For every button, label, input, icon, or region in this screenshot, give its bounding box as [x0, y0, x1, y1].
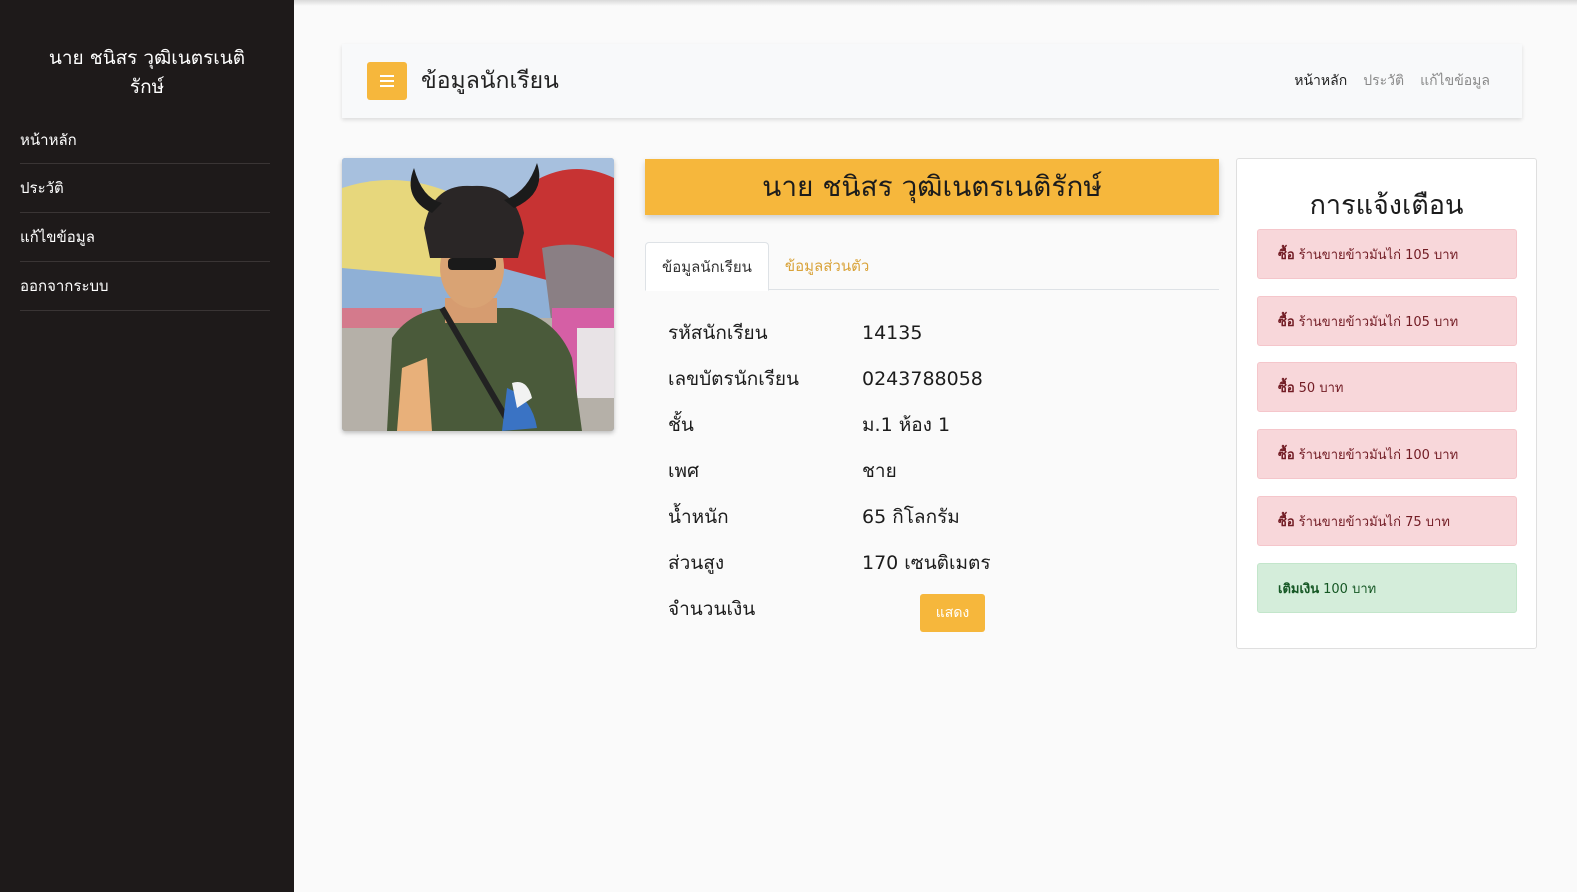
- top-shadow: [294, 0, 1577, 6]
- alert-text: 100 บาท: [1323, 581, 1377, 597]
- alerts-title: การแจ้งเตือน: [1309, 190, 1464, 221]
- page-title: ข้อมูลนักเรียน: [421, 68, 559, 94]
- info-row: เลขบัตรนักเรียน 0243788058: [668, 356, 1168, 402]
- hamburger-icon: [380, 72, 394, 90]
- info-value-weight: 65 กิโลกรัม: [862, 506, 960, 528]
- alert-kind: ซื้อ: [1278, 447, 1295, 463]
- alerts-panel: การแจ้งเตือน ซื้อ ร้านขายข้าวมันไก่ 105 …: [1236, 158, 1537, 649]
- student-name-banner: นาย ชนิสร วุฒิเนตรเนติรักษ์: [645, 159, 1219, 215]
- show-balance-button[interactable]: แสดง: [920, 594, 985, 632]
- info-value-class: ม.1 ห้อง 1: [862, 414, 951, 436]
- sidebar-menu: หน้าหลัก ประวัติ แก้ไขข้อมูล ออกจากระบบ: [20, 120, 270, 311]
- info-row: ส่วนสูง 170 เซนติเมตร: [668, 540, 1168, 586]
- sidebar-item-home[interactable]: หน้าหลัก: [20, 120, 270, 164]
- sidebar-toggle-button[interactable]: [367, 62, 407, 100]
- alert-kind: เติมเงิน: [1278, 581, 1320, 597]
- alert-item: ซื้อ 50 บาท: [1257, 362, 1517, 412]
- info-label-class: ชั้น: [668, 414, 694, 436]
- navbar: ข้อมูลนักเรียน หน้าหลัก ประวัติ แก้ไขข้อ…: [342, 44, 1522, 118]
- info-row: เพศ ชาย: [668, 448, 1168, 494]
- alert-text: ร้านขายข้าวมันไก่ 75 บาท: [1298, 514, 1450, 530]
- profile-photo: [342, 158, 614, 431]
- sidebar-item-logout[interactable]: ออกจากระบบ: [20, 262, 270, 311]
- alert-kind: ซื้อ: [1278, 380, 1295, 396]
- tab-student-info[interactable]: ข้อมูลนักเรียน: [645, 242, 769, 291]
- info-label-balance: จำนวนเงิน: [668, 598, 756, 620]
- profile-tabs: ข้อมูลนักเรียน ข้อมูลส่วนตัว: [645, 242, 1219, 291]
- info-label-student-id: รหัสนักเรียน: [668, 322, 768, 344]
- alert-item: ซื้อ ร้านขายข้าวมันไก่ 105 บาท: [1257, 296, 1517, 346]
- sidebar-item-history[interactable]: ประวัติ: [20, 164, 270, 213]
- info-row: ชั้น ม.1 ห้อง 1: [668, 402, 1168, 448]
- alert-kind: ซื้อ: [1278, 314, 1295, 330]
- alert-item: ซื้อ ร้านขายข้าวมันไก่ 75 บาท: [1257, 496, 1517, 546]
- alert-kind: ซื้อ: [1278, 514, 1295, 530]
- info-label-height: ส่วนสูง: [668, 552, 725, 574]
- alert-text: ร้านขายข้าวมันไก่ 105 บาท: [1298, 314, 1459, 330]
- student-info-table: รหัสนักเรียน 14135 เลขบัตรนักเรียน 02437…: [668, 310, 1168, 632]
- alert-item: ซื้อ ร้านขายข้าวมันไก่ 105 บาท: [1257, 229, 1517, 279]
- nav-link-home[interactable]: หน้าหลัก: [1294, 70, 1347, 92]
- info-value-card-number: 0243788058: [862, 368, 983, 390]
- alert-text: ร้านขายข้าวมันไก่ 105 บาท: [1298, 247, 1459, 263]
- info-label-card-number: เลขบัตรนักเรียน: [668, 368, 800, 390]
- alert-item: ซื้อ ร้านขายข้าวมันไก่ 100 บาท: [1257, 429, 1517, 479]
- alert-text: ร้านขายข้าวมันไก่ 100 บาท: [1298, 447, 1459, 463]
- sidebar-user-name: นาย ชนิสร วุฒิเนตรเนติรักษ์: [48, 47, 246, 98]
- info-row: รหัสนักเรียน 14135: [668, 310, 1168, 356]
- info-label-weight: น้ำหนัก: [668, 506, 729, 528]
- alert-text: 50 บาท: [1298, 380, 1344, 396]
- info-label-gender: เพศ: [668, 460, 700, 482]
- sidebar-item-edit-profile[interactable]: แก้ไขข้อมูล: [20, 213, 270, 262]
- info-value-height: 170 เซนติเมตร: [862, 552, 991, 574]
- info-value-student-id: 14135: [862, 322, 923, 344]
- tab-personal-info[interactable]: ข้อมูลส่วนตัว: [769, 242, 885, 290]
- info-value-gender: ชาย: [862, 460, 897, 482]
- navbar-links: หน้าหลัก ประวัติ แก้ไขข้อมูล: [1294, 70, 1490, 92]
- info-row: จำนวนเงิน แสดง: [668, 586, 1168, 632]
- alert-item: เติมเงิน 100 บาท: [1257, 563, 1517, 613]
- alert-kind: ซื้อ: [1278, 247, 1295, 263]
- sidebar: นาย ชนิสร วุฒิเนตรเนติรักษ์ หน้าหลัก ประ…: [0, 0, 294, 892]
- nav-link-edit-profile[interactable]: แก้ไขข้อมูล: [1420, 70, 1490, 92]
- info-row: น้ำหนัก 65 กิโลกรัม: [668, 494, 1168, 540]
- nav-link-history[interactable]: ประวัติ: [1363, 70, 1404, 92]
